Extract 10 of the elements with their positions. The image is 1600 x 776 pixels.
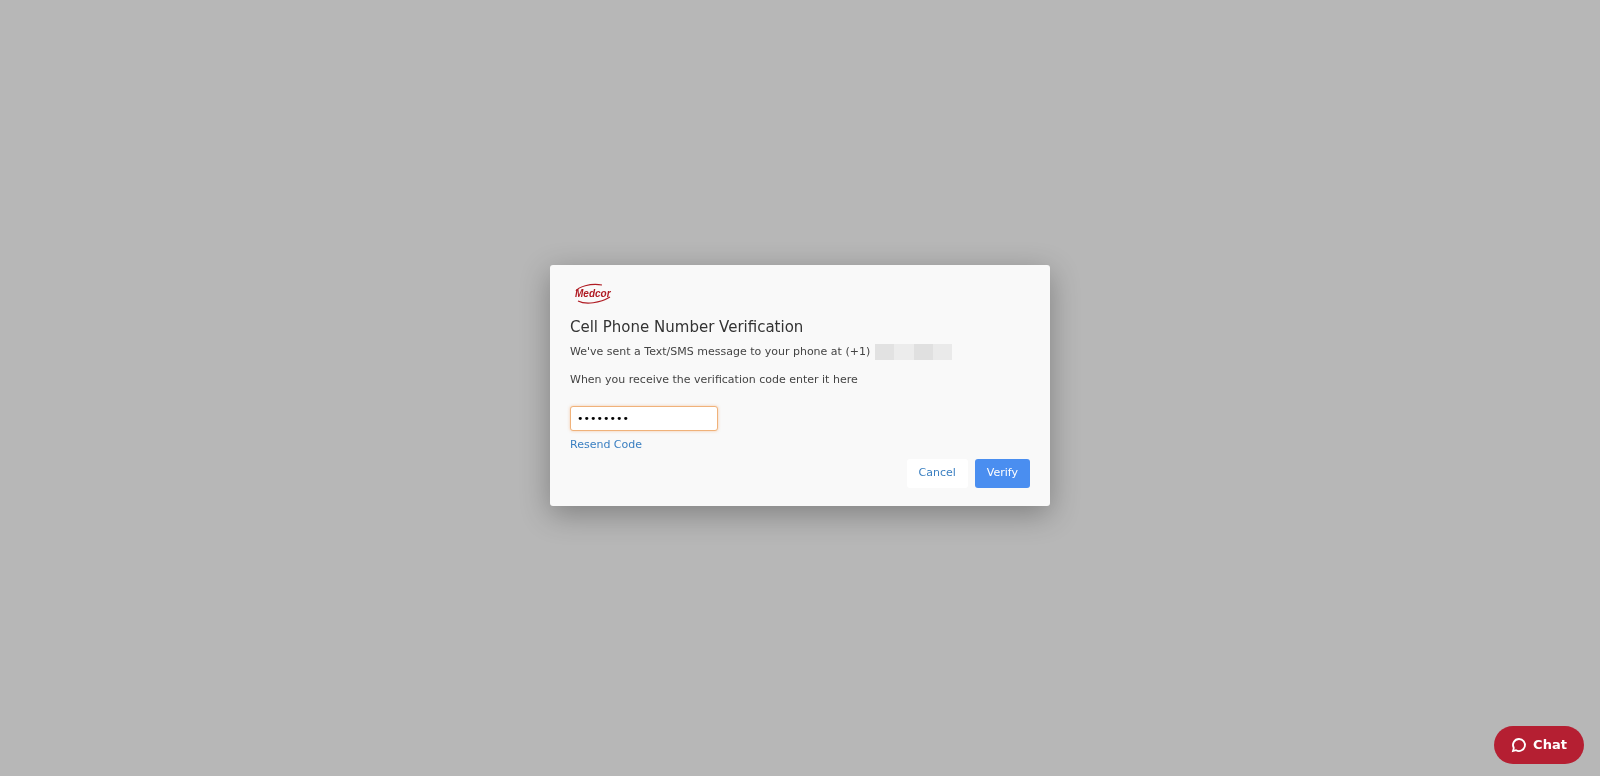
chat-button[interactable]: Chat bbox=[1494, 726, 1584, 764]
resend-code-link[interactable]: Resend Code bbox=[570, 436, 643, 453]
message-text: We've sent a Text/SMS message to your phone at (+1) bbox=[570, 343, 871, 360]
speech-bubble-icon bbox=[1511, 737, 1528, 753]
cancel-button[interactable]: Cancel bbox=[906, 458, 968, 488]
logo: Medcor bbox=[572, 282, 612, 305]
verify-button[interactable]: Verify bbox=[974, 458, 1030, 488]
instruction-text: When you receive the verification code enter it here bbox=[570, 372, 859, 388]
code-input-field[interactable]: •••••••• bbox=[570, 405, 718, 431]
dialog-title: Cell Phone Number Verification bbox=[570, 317, 805, 336]
